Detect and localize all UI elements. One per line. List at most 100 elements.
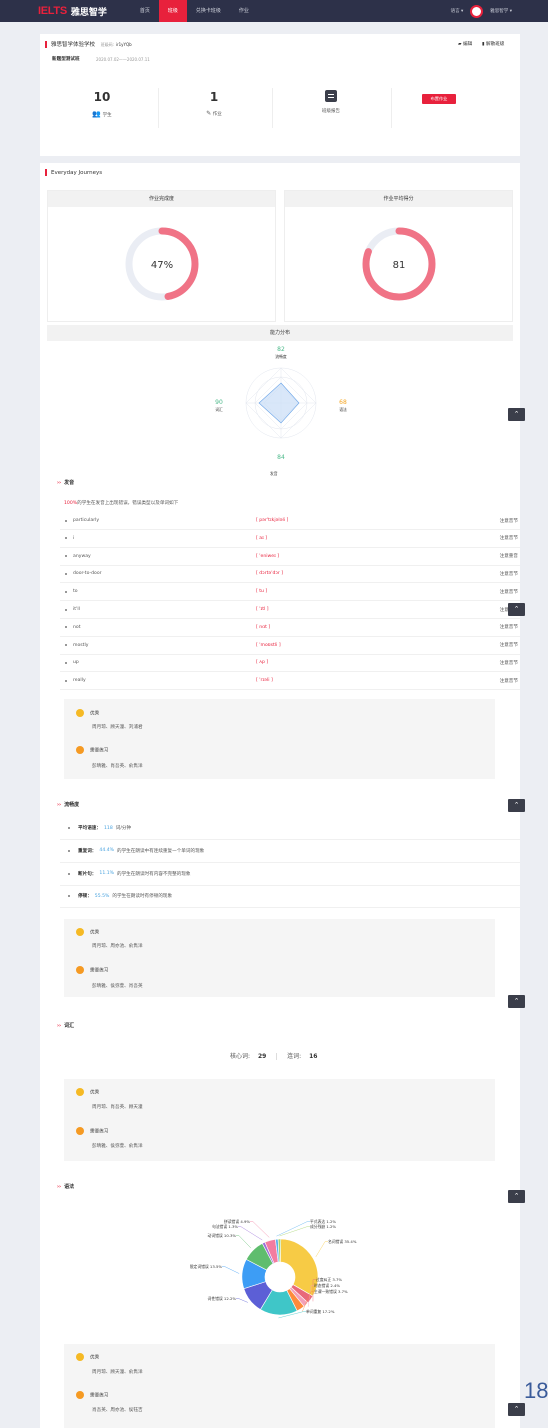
bullet-icon bbox=[68, 849, 70, 852]
good-label: 优秀 bbox=[76, 1353, 99, 1361]
metric-label: 断片句： bbox=[78, 871, 97, 877]
class-type: 新题型测试班 bbox=[52, 57, 80, 62]
pie-slice[interactable] bbox=[279, 1238, 319, 1297]
chevron-up-icon: ⌃ bbox=[513, 605, 520, 613]
scroll-up-button[interactable]: ⌃ bbox=[508, 603, 525, 616]
pie-slice-label: 词性错误 12.2% bbox=[208, 1296, 237, 1301]
word: i bbox=[73, 535, 75, 541]
bullet-icon bbox=[65, 555, 67, 558]
avatar[interactable] bbox=[470, 4, 484, 18]
pie-slice-label: 名词错误 35.4% bbox=[328, 1239, 357, 1244]
core-value: 29 bbox=[257, 1053, 267, 1060]
nav-item-class[interactable]: 班级 bbox=[158, 0, 187, 22]
divider bbox=[391, 88, 392, 128]
list-item: 重复词： 44.4% 的学生在朗读中有连续重复一个单词的现象 bbox=[60, 840, 520, 863]
metric-label: 重复词： bbox=[78, 848, 97, 854]
bullet-icon bbox=[65, 626, 67, 629]
note: 注意重音 bbox=[499, 554, 518, 560]
good-names: 周月琼、顾天潼、刘浦君 bbox=[92, 725, 143, 730]
phonetic: [ aɪ ] bbox=[256, 535, 268, 541]
nav-item-homework[interactable]: 作业 bbox=[230, 0, 258, 22]
nav-item-card-class[interactable]: 兑换卡班级 bbox=[187, 0, 230, 22]
good-label: 优秀 bbox=[76, 928, 99, 936]
scroll-up-button[interactable]: ⌃ bbox=[508, 1190, 525, 1203]
list-item: 停顿： 55.5% 的学生在朗读时有停顿的现象 bbox=[60, 885, 520, 909]
class-report-stat[interactable]: 班级报告 bbox=[273, 90, 389, 114]
table-row: not [ nɑt ] 注意音节 bbox=[60, 619, 520, 637]
pie-leader-line bbox=[222, 1266, 240, 1274]
bullet-icon bbox=[65, 679, 67, 682]
brand-logo[interactable]: IELTS 雅思智学 bbox=[38, 5, 107, 18]
summary-pct: 100% bbox=[64, 501, 78, 506]
dissolve-class-button[interactable]: ▮ 解散班级 bbox=[482, 41, 504, 47]
ability-panel: 能力分布 82 流畅度 68 语法 84 90 词汇 bbox=[47, 325, 513, 461]
bullet-icon bbox=[65, 590, 67, 593]
practice-names: 肖吾英、周亦池、侯钰吉 bbox=[92, 1408, 143, 1413]
note: 注意音节 bbox=[499, 678, 518, 684]
radar-grammar-value: 68 bbox=[339, 399, 347, 406]
pie-slice-label: 时态错误 2.4% bbox=[314, 1283, 340, 1288]
average-title: 作业平均得分 bbox=[285, 191, 512, 207]
language-menu[interactable]: 语言 ▾ bbox=[451, 8, 464, 14]
pie-slice-label: 拼读错误 4.9% bbox=[224, 1219, 250, 1224]
report-icon bbox=[325, 90, 337, 102]
nav-item-home[interactable]: 首页 bbox=[131, 0, 159, 22]
list-item: 平均语速： 118 词/分钟 bbox=[60, 817, 520, 840]
class-info-card: 雅思智学体验学校 班级码: ir1yYQb 新题型测试班 2020.07.02—… bbox=[40, 34, 520, 156]
practice-names: 彭晴雅、肖吾英、俞隽洋 bbox=[92, 764, 143, 769]
top-nav-bar: IELTS 雅思智学 首页 班级 兑换卡班级 作业 语言 ▾ 雅思智学 ▾ bbox=[0, 0, 548, 22]
note: 注意音节 bbox=[499, 571, 518, 577]
note: 注意音节 bbox=[499, 536, 518, 542]
user-menu[interactable]: 雅思智学 ▾ bbox=[490, 8, 512, 14]
completion-value: 47% bbox=[151, 260, 173, 271]
link-value: 16 bbox=[309, 1053, 318, 1060]
phonetic: [ pər'tɪkjələli ] bbox=[256, 518, 289, 523]
vocab-stats: 核心词: 29 连词: 16 bbox=[230, 1051, 317, 1060]
class-code-label: 班级码: bbox=[100, 42, 115, 47]
pie-slice-label: 过度纠正 3.7% bbox=[316, 1277, 342, 1282]
bullet-icon bbox=[65, 644, 67, 647]
bullet-icon bbox=[65, 661, 67, 664]
bullet-icon bbox=[68, 827, 70, 829]
dissolve-label: 解散班级 bbox=[486, 42, 505, 47]
pie-leader-line bbox=[236, 1235, 252, 1249]
word: really bbox=[73, 678, 86, 684]
phonetic: [ 'moʊstli ] bbox=[256, 642, 281, 648]
pie-slice-label: 成分残缺 1.2% bbox=[310, 1224, 336, 1229]
scroll-up-button[interactable]: ⌃ bbox=[508, 408, 525, 421]
scroll-up-button[interactable]: ⌃ bbox=[508, 1403, 525, 1416]
table-row: anyway [ 'eniweɪ ] 注意重音 bbox=[60, 548, 520, 566]
radar-fluency-label: 流畅度 bbox=[275, 354, 287, 359]
word: mostly bbox=[73, 642, 89, 648]
phonetic: [ nɑt ] bbox=[256, 624, 271, 630]
phonetic: [ ʌp ] bbox=[256, 660, 269, 666]
metric-label: 平均语速： bbox=[78, 826, 101, 831]
chevron-up-icon: ⌃ bbox=[513, 801, 520, 809]
pie-leader-line bbox=[315, 1241, 328, 1258]
phonetic: [ 'eniweɪ ] bbox=[256, 553, 280, 559]
metric-value: 118 bbox=[103, 825, 113, 831]
edit-button[interactable]: ▰ 编辑 bbox=[458, 41, 472, 47]
metric-label: 停顿： bbox=[78, 894, 92, 900]
ability-title: 能力分布 bbox=[47, 325, 513, 341]
class-header: 雅思智学体验学校 班级码: ir1yYQb bbox=[45, 40, 132, 48]
table-row: door-to-door [ dɔrtə'dɔr ] 注意音节 bbox=[60, 565, 520, 584]
pie-slice-label: 限定词错误 13.5% bbox=[190, 1264, 223, 1269]
assign-homework-button[interactable]: 布置作业 bbox=[422, 94, 456, 104]
homework-stat[interactable]: 1 ✎ 作业 bbox=[156, 90, 272, 117]
accent-bar bbox=[45, 41, 47, 48]
metric-text: 的学生在朗读时有停顿的现象 bbox=[112, 894, 173, 900]
pronunciation-summary: 100%的学生在发音上出现错误，错误类型以及单词如下 bbox=[64, 500, 178, 506]
completion-panel: 作业完成度 47% bbox=[47, 190, 276, 322]
pencil-icon: ✎ bbox=[206, 110, 212, 117]
scroll-up-button[interactable]: ⌃ bbox=[508, 799, 525, 812]
word: door-to-door bbox=[73, 571, 102, 577]
pie-slice-label: 单词重复 17.2% bbox=[306, 1309, 335, 1314]
sad-icon bbox=[76, 746, 84, 754]
grammar-feedback bbox=[64, 1344, 495, 1428]
metric-text: 的学生在朗读中有连续重复一个单词的现象 bbox=[116, 848, 205, 854]
scroll-up-button[interactable]: ⌃ bbox=[508, 995, 525, 1008]
grammar-error-pie-chart: 名词错误 35.4% 过度纠正 3.7%时态错误 2.4%主谓一致错误 3.7% 单… bbox=[190, 1219, 357, 1319]
students-stat[interactable]: 10 👥 学生 bbox=[44, 90, 160, 118]
bullet-icon bbox=[68, 872, 70, 875]
